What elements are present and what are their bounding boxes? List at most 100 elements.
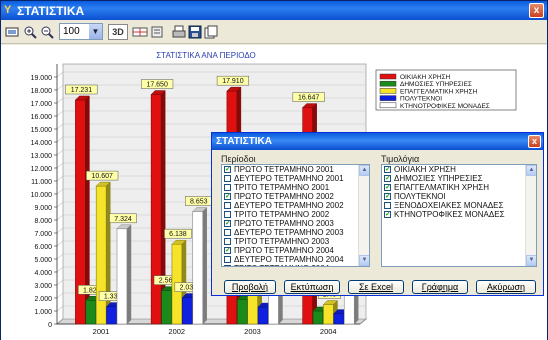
zoom-select[interactable]: 100 ▼	[59, 23, 103, 40]
legend-swatch	[379, 95, 397, 101]
gridline-depth	[56, 201, 64, 208]
checkbox[interactable]	[224, 256, 231, 263]
checkbox[interactable]	[224, 202, 231, 209]
chevron-down-icon[interactable]: ▼	[89, 24, 102, 39]
list-item-label: ΔΕΥΤΕΡΟ ΤΕΤΡΑΜΗΝΟ 2002	[234, 201, 344, 210]
checkbox[interactable]: ✓	[224, 193, 231, 200]
gridline-depth	[56, 266, 64, 273]
app-window: Y ΣΤΑΤΙΣΤΙΚΑ x 100 ▼ 3D ΣΤΑΤΙΣΤΙΚΑ ΑΝΑ Π…	[0, 0, 548, 340]
scroll-up-icon[interactable]: ▲	[526, 165, 536, 176]
cancel-button[interactable]: Ακύρωση	[476, 280, 536, 294]
invoices-list[interactable]: ✓ ΟΙΚΙΑΚΗ ΧΡΗΣΗ ✓ ΔΗΜΟΣΙΕΣ ΥΠΗΡΕΣΙΕΣ ✓ ΕΠΑΓΓΕ…	[381, 164, 537, 267]
checkbox[interactable]	[224, 175, 231, 182]
gridlines-icon[interactable]	[131, 24, 148, 40]
checkbox[interactable]	[384, 202, 391, 209]
data-label: 16.647	[298, 95, 320, 102]
list-item-label: ΤΡΙΤΟ ΤΕΤΡΑΜΗΝΟ 2003	[234, 237, 330, 246]
invoice-item[interactable]: ✓ ΔΗΜΟΣΙΕΣ ΥΠΗΡΕΣΙΕΣ	[382, 174, 536, 183]
checkbox[interactable]	[224, 211, 231, 218]
gridline-depth	[56, 110, 64, 117]
checkbox[interactable]: ✓	[384, 184, 391, 191]
y-tick-label: 1.000	[34, 309, 52, 316]
gridline-depth	[56, 71, 64, 78]
period-item[interactable]: ΤΡΙΤΟ ΤΕΤΡΑΜΗΝΟ 2002	[222, 210, 369, 219]
save-icon[interactable]	[187, 24, 203, 40]
list-item-label: ΔΕΥΤΕΡΟ ΤΕΤΡΑΜΗΝΟ 2003	[234, 228, 344, 237]
print-button[interactable]: Εκτύπωση	[284, 280, 340, 294]
checkbox[interactable]	[224, 184, 231, 191]
checkbox[interactable]	[224, 238, 231, 245]
period-item[interactable]: ✓ ΠΡΩΤΟ ΤΕΤΡΑΜΗΝΟ 2004	[222, 246, 369, 255]
y-tick-label: 3.000	[34, 283, 52, 290]
window-title: ΣΤΑΤΙΣΤΙΚΑ	[17, 4, 85, 18]
gridline-depth	[56, 253, 64, 260]
list-item-label: ΤΡΙΤΟ ΤΕΤΡΑΜΗΝΟ 2002	[234, 210, 330, 219]
y-tick-label: 12.000	[31, 166, 53, 173]
period-item[interactable]: ✓ ΠΡΩΤΟ ΤΕΤΡΑΜΗΝΟ 2001	[222, 165, 369, 174]
close-button[interactable]: x	[529, 3, 544, 18]
invoice-item[interactable]: ✓ ΕΠΑΓΓΕΛΜΑΤΙΚΗ ΧΡΗΣΗ	[382, 183, 536, 192]
scroll-up-icon[interactable]: ▲	[359, 165, 369, 176]
invoice-item[interactable]: ΞΕΝΟΔΟΧΕΙΑΚΕΣ ΜΟΝΑΔΕΣ	[382, 201, 536, 210]
list-item-label: ΞΕΝΟΔΟΧΕΙΑΚΕΣ ΜΟΝΑΔΕΣ	[394, 201, 504, 210]
periods-scrollbar[interactable]: ▲ ▼	[358, 165, 369, 266]
data-label: 7.324	[114, 216, 132, 223]
chart-options-icon[interactable]	[149, 24, 165, 40]
dialog-close-button[interactable]: x	[528, 135, 541, 148]
scroll-down-icon[interactable]: ▼	[359, 255, 369, 266]
toolbar: 100 ▼ 3D	[1, 20, 547, 44]
title-bar[interactable]: Y ΣΤΑΤΙΣΤΙΚΑ x	[1, 1, 547, 20]
gridline-depth	[56, 162, 64, 169]
y-tick-label: 17.000	[31, 101, 53, 108]
legend-label: ΚΤΗΝΟΤΡΟΦΙΚΕΣ ΜΟΝΑΔΕΣ	[400, 103, 490, 110]
toggle-3d-button[interactable]: 3D	[108, 24, 128, 40]
list-item-label: ΠΟΛΥΤΕΚΝΟΙ	[394, 192, 446, 201]
list-item-label: ΠΡΩΤΟ ΤΕΤΡΑΜΗΝΟ 2001	[234, 165, 334, 174]
legend-swatch	[379, 88, 397, 94]
zoom-out-icon[interactable]	[39, 24, 55, 40]
checkbox[interactable]: ✓	[384, 166, 391, 173]
checkbox[interactable]: ✓	[224, 220, 231, 227]
y-tick-label: 18.000	[31, 88, 53, 95]
bar	[323, 304, 334, 325]
checkbox[interactable]	[224, 265, 231, 266]
checkbox[interactable]	[224, 229, 231, 236]
scroll-down-icon[interactable]: ▼	[526, 255, 536, 266]
invoices-scrollbar[interactable]: ▲ ▼	[525, 165, 536, 266]
zoom-in-icon[interactable]	[22, 24, 38, 40]
bar	[257, 306, 269, 325]
period-item[interactable]: ΔΕΥΤΕΡΟ ΤΕΤΡΑΜΗΝΟ 2004	[222, 255, 369, 264]
gridline-depth	[56, 214, 64, 221]
invoice-item[interactable]: ✓ ΟΙΚΙΑΚΗ ΧΡΗΣΗ	[382, 165, 536, 174]
print-icon[interactable]	[171, 24, 187, 40]
checkbox[interactable]: ✓	[224, 166, 231, 173]
checkbox[interactable]: ✓	[384, 175, 391, 182]
bar	[237, 299, 248, 325]
period-item[interactable]: ΤΡΙΤΟ ΤΕΤΡΑΜΗΝΟ 2004	[222, 264, 369, 266]
y-tick-label: 19.000	[31, 75, 53, 82]
checkbox[interactable]: ✓	[224, 247, 231, 254]
list-item-label: ΤΡΙΤΟ ΤΕΤΡΑΜΗΝΟ 2001	[234, 183, 330, 192]
periods-list[interactable]: ✓ ΠΡΩΤΟ ΤΕΤΡΑΜΗΝΟ 2001 ΔΕΥΤΕΡΟ ΤΕΤΡΑΜΗΝΟ 2…	[221, 164, 370, 267]
invoice-item[interactable]: ✓ ΚΤΗΝΟΤΡΟΦΙΚΕΣ ΜΟΝΑΔΕΣ	[382, 210, 536, 219]
period-item[interactable]: ΔΕΥΤΕΡΟ ΤΕΤΡΑΜΗΝΟ 2002	[222, 201, 369, 210]
checkbox[interactable]: ✓	[384, 193, 391, 200]
list-item-label: ΤΡΙΤΟ ΤΕΤΡΑΜΗΝΟ 2004	[234, 264, 329, 266]
invoice-item[interactable]: ✓ ΠΟΛΥΤΕΚΝΟΙ	[382, 192, 536, 201]
graph-button[interactable]: Γράφημα	[412, 280, 468, 294]
period-item[interactable]: ΤΡΙΤΟ ΤΕΤΡΑΜΗΝΟ 2003	[222, 237, 369, 246]
fit-page-icon[interactable]	[4, 24, 20, 40]
period-item[interactable]: ✓ ΠΡΩΤΟ ΤΕΤΡΑΜΗΝΟ 2002	[222, 192, 369, 201]
period-item[interactable]: ✓ ΠΡΩΤΟ ΤΕΤΡΑΜΗΝΟ 2003	[222, 219, 369, 228]
y-tick-label: 15.000	[31, 127, 53, 134]
period-item[interactable]: ΔΕΥΤΕΡΟ ΤΕΤΡΑΜΗΝΟ 2003	[222, 228, 369, 237]
copy-chart-icon[interactable]	[203, 24, 219, 40]
period-item[interactable]: ΤΡΙΤΟ ΤΕΤΡΑΜΗΝΟ 2001	[222, 183, 369, 192]
view-button[interactable]: Προβολή	[224, 280, 276, 294]
dialog-title: ΣΤΑΤΙΣΤΙΚΑ	[216, 136, 272, 147]
y-tick-label: 16.000	[31, 114, 53, 121]
checkbox[interactable]: ✓	[384, 211, 391, 218]
export-excel-button[interactable]: Σε Excel	[348, 280, 404, 294]
dialog-title-bar[interactable]: ΣΤΑΤΙΣΤΙΚΑ x	[212, 133, 543, 150]
period-item[interactable]: ΔΕΥΤΕΡΟ ΤΕΤΡΑΜΗΝΟ 2001	[222, 174, 369, 183]
